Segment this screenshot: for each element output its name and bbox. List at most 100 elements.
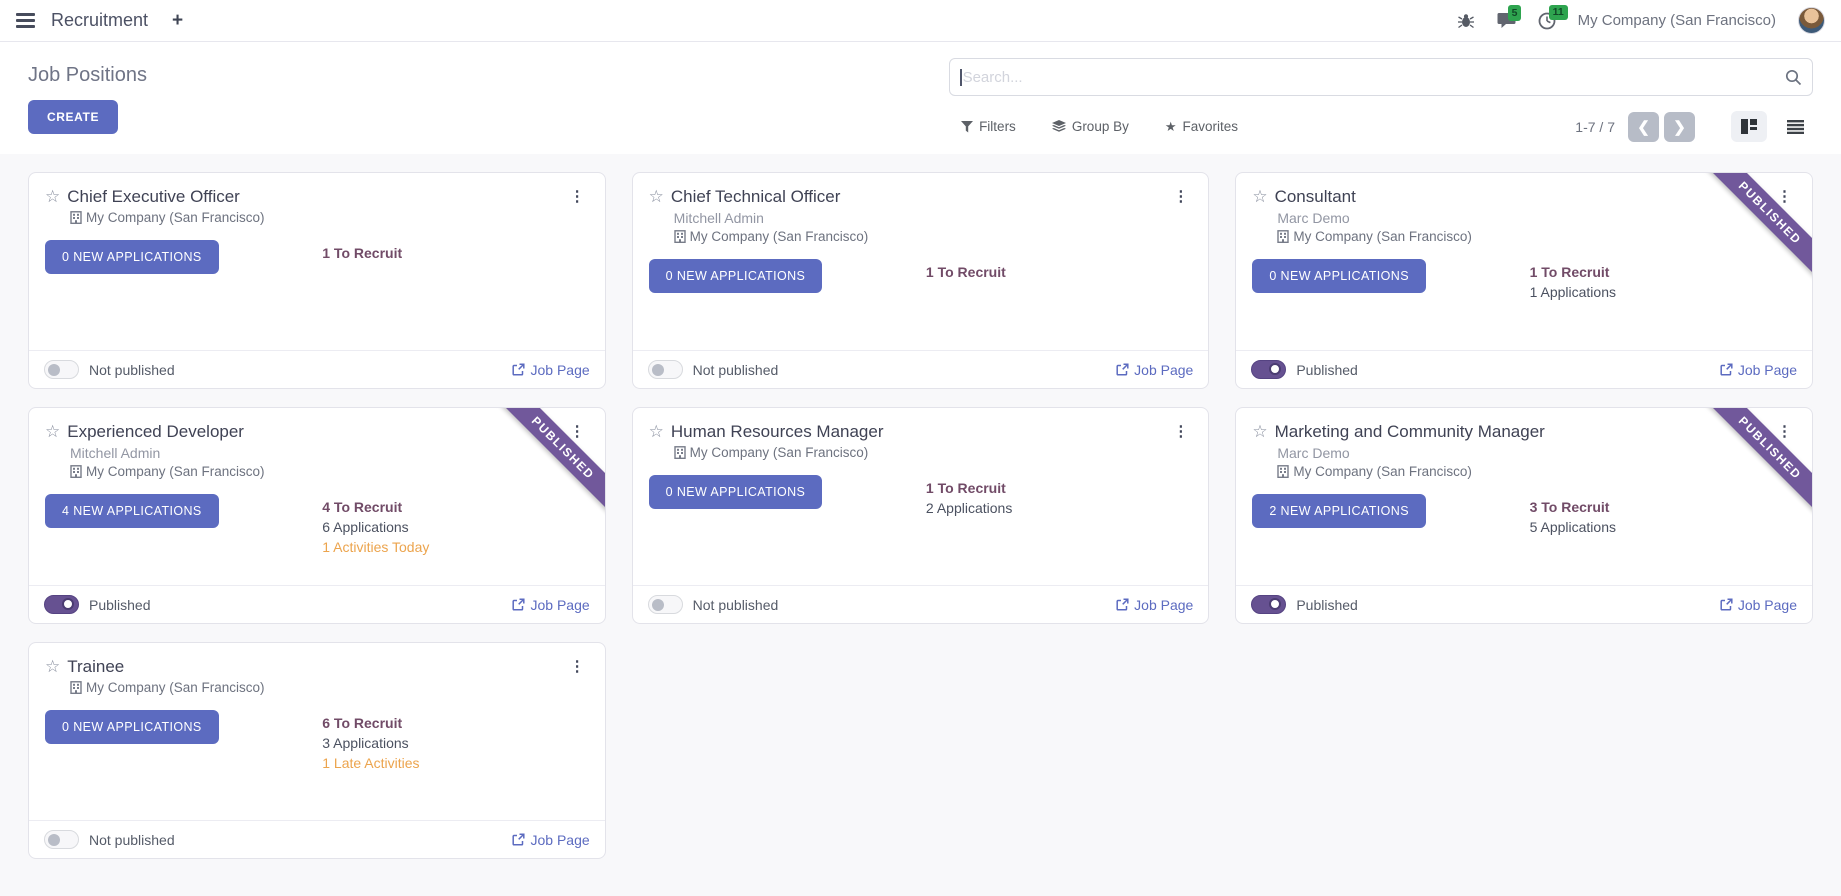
group-by-button[interactable]: Group By: [1052, 119, 1129, 134]
company-name: My Company (San Francisco): [86, 680, 265, 695]
publish-toggle[interactable]: [44, 360, 79, 379]
to-recruit-count[interactable]: 1 To Recruit: [322, 243, 402, 263]
publish-toggle[interactable]: [44, 595, 79, 614]
kebab-menu-icon[interactable]: ⋮: [566, 187, 589, 206]
job-page-link[interactable]: Job Page: [1116, 362, 1193, 378]
new-applications-button[interactable]: 2 NEW APPLICATIONS: [1252, 494, 1426, 528]
to-recruit-count[interactable]: 1 To Recruit: [926, 478, 1012, 498]
activity-status[interactable]: 1 Activities Today: [322, 537, 429, 557]
external-link-icon: [512, 833, 525, 846]
new-applications-button[interactable]: 0 NEW APPLICATIONS: [1252, 259, 1426, 293]
to-recruit-count[interactable]: 1 To Recruit: [1530, 262, 1616, 282]
job-title[interactable]: Chief Executive Officer: [67, 187, 240, 207]
publish-toggle[interactable]: [1251, 360, 1286, 379]
plus-icon[interactable]: +: [172, 11, 183, 30]
favorite-star-icon[interactable]: ☆: [649, 187, 664, 207]
building-icon: [1277, 465, 1289, 478]
job-title[interactable]: Marketing and Community Manager: [1275, 422, 1545, 442]
search-box[interactable]: [949, 58, 1813, 96]
job-position-card[interactable]: PUBLISHED ☆ Experienced Developer ⋮ Mitc…: [28, 407, 606, 624]
job-page-link[interactable]: Job Page: [512, 362, 589, 378]
applications-count[interactable]: 6 Applications: [322, 517, 429, 537]
applications-count[interactable]: 1 Applications: [1530, 282, 1616, 302]
job-position-card[interactable]: PUBLISHED ☆ Consultant ⋮ Marc Demo: [1235, 172, 1813, 389]
create-button[interactable]: CREATE: [28, 100, 118, 134]
job-position-card[interactable]: ☆ Chief Technical Officer ⋮ Mitchell Adm…: [632, 172, 1210, 389]
building-icon: [70, 211, 82, 224]
filters-label: Filters: [979, 119, 1016, 134]
search-icon[interactable]: [1785, 69, 1802, 86]
job-page-link[interactable]: Job Page: [1116, 597, 1193, 613]
publish-toggle[interactable]: [1251, 595, 1286, 614]
new-applications-button[interactable]: 0 NEW APPLICATIONS: [45, 710, 219, 744]
job-title[interactable]: Consultant: [1275, 187, 1356, 207]
company-switcher[interactable]: My Company (San Francisco): [1578, 12, 1776, 29]
messages-systray[interactable]: 5: [1497, 12, 1516, 29]
favorite-star-icon[interactable]: ☆: [45, 422, 60, 442]
company-name: My Company (San Francisco): [1293, 464, 1472, 479]
list-view-button[interactable]: [1777, 111, 1813, 142]
job-position-card[interactable]: ☆ Trainee ⋮ My Company (San Francisc: [28, 642, 606, 859]
job-page-link[interactable]: Job Page: [512, 597, 589, 613]
new-applications-button[interactable]: 0 NEW APPLICATIONS: [649, 259, 823, 293]
job-position-card[interactable]: ☆ Human Resources Manager ⋮ My Compa: [632, 407, 1210, 624]
applications-count[interactable]: 2 Applications: [926, 498, 1012, 518]
external-link-icon: [512, 598, 525, 611]
job-title[interactable]: Human Resources Manager: [671, 422, 884, 442]
kebab-menu-icon[interactable]: ⋮: [566, 657, 589, 676]
app-name[interactable]: Recruitment: [51, 10, 148, 31]
to-recruit-count[interactable]: 6 To Recruit: [322, 713, 419, 733]
job-position-card[interactable]: ☆ Chief Executive Officer ⋮ My Compa: [28, 172, 606, 389]
favorites-button[interactable]: ★ Favorites: [1165, 119, 1238, 134]
applications-count[interactable]: 3 Applications: [322, 733, 419, 753]
activity-status[interactable]: 1 Late Activities: [322, 753, 419, 773]
funnel-icon: [961, 121, 973, 133]
job-page-link[interactable]: Job Page: [1720, 362, 1797, 378]
favorite-star-icon[interactable]: ☆: [649, 422, 664, 442]
new-applications-button[interactable]: 4 NEW APPLICATIONS: [45, 494, 219, 528]
layers-icon: [1052, 120, 1066, 133]
publish-toggle[interactable]: [44, 830, 79, 849]
new-applications-button[interactable]: 0 NEW APPLICATIONS: [649, 475, 823, 509]
external-link-icon: [512, 363, 525, 376]
to-recruit-count[interactable]: 3 To Recruit: [1530, 497, 1616, 517]
recruiter-name: Marc Demo: [1277, 445, 1796, 461]
search-input[interactable]: [963, 69, 1785, 86]
recruiter-name: Mitchell Admin: [674, 210, 1193, 226]
publish-status-label: Published: [1296, 597, 1358, 613]
applications-count[interactable]: 5 Applications: [1530, 517, 1616, 537]
recruiter-name: Marc Demo: [1277, 210, 1796, 226]
kebab-menu-icon[interactable]: ⋮: [1169, 422, 1192, 441]
filters-button[interactable]: Filters: [961, 119, 1016, 134]
new-applications-button[interactable]: 0 NEW APPLICATIONS: [45, 240, 219, 274]
job-title[interactable]: Trainee: [67, 657, 124, 677]
publish-status-label: Not published: [693, 362, 779, 378]
to-recruit-count[interactable]: 4 To Recruit: [322, 497, 429, 517]
activities-systray[interactable]: 11: [1538, 12, 1556, 30]
job-position-card[interactable]: PUBLISHED ☆ Marketing and Community Mana…: [1235, 407, 1813, 624]
favorite-star-icon[interactable]: ☆: [1252, 422, 1267, 442]
list-view-icon: [1787, 120, 1804, 134]
job-title[interactable]: Experienced Developer: [67, 422, 244, 442]
job-page-link[interactable]: Job Page: [512, 832, 589, 848]
kanban-grid: ☆ Chief Executive Officer ⋮ My Compa: [0, 154, 1841, 887]
job-page-label: Job Page: [1134, 597, 1193, 613]
kanban-view-icon: [1741, 119, 1757, 134]
to-recruit-count[interactable]: 1 To Recruit: [926, 262, 1006, 282]
kanban-view-button[interactable]: [1731, 111, 1767, 142]
favorite-star-icon[interactable]: ☆: [45, 187, 60, 207]
page-title: Job Positions: [28, 64, 949, 87]
favorite-star-icon[interactable]: ☆: [45, 657, 60, 677]
pager-previous-button[interactable]: ❮: [1628, 112, 1659, 142]
debug-bug-icon[interactable]: [1457, 13, 1475, 29]
user-avatar[interactable]: [1798, 7, 1825, 34]
publish-toggle[interactable]: [648, 595, 683, 614]
apps-menu-icon[interactable]: [16, 13, 35, 28]
publish-toggle[interactable]: [648, 360, 683, 379]
job-page-link[interactable]: Job Page: [1720, 597, 1797, 613]
kebab-menu-icon[interactable]: ⋮: [1169, 187, 1192, 206]
favorite-star-icon[interactable]: ☆: [1252, 187, 1267, 207]
pager-range: 1-7 / 7: [1575, 119, 1615, 135]
pager-next-button[interactable]: ❯: [1664, 112, 1695, 142]
job-title[interactable]: Chief Technical Officer: [671, 187, 840, 207]
